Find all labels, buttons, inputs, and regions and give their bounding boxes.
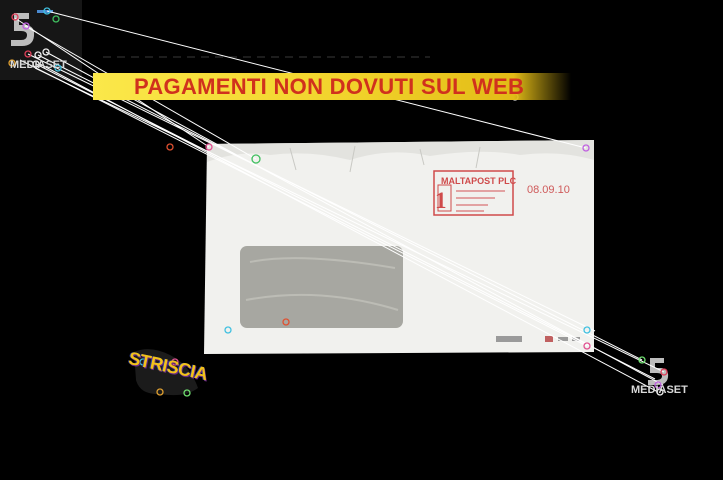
headline-text: PAGAMENTI NON DOVUTI SUL WEB: [134, 74, 525, 99]
envelope: [204, 140, 594, 354]
five-logo-icon: [648, 358, 669, 385]
bottom-right-logo: [648, 358, 669, 385]
video-frame: PAGAMENTI NON DOVUTI SUL WEB MEDIASET ME…: [0, 0, 723, 480]
postage-number: 1: [435, 188, 447, 213]
bottom-right-logo-text: MEDIASET: [631, 384, 688, 396]
postmark-company: MALTAPOST PLC: [441, 176, 517, 186]
frame-graphics: [0, 0, 669, 397]
top-left-logo-text: MEDIASET: [10, 59, 67, 71]
postmark-date: 08.09.10: [527, 184, 570, 196]
